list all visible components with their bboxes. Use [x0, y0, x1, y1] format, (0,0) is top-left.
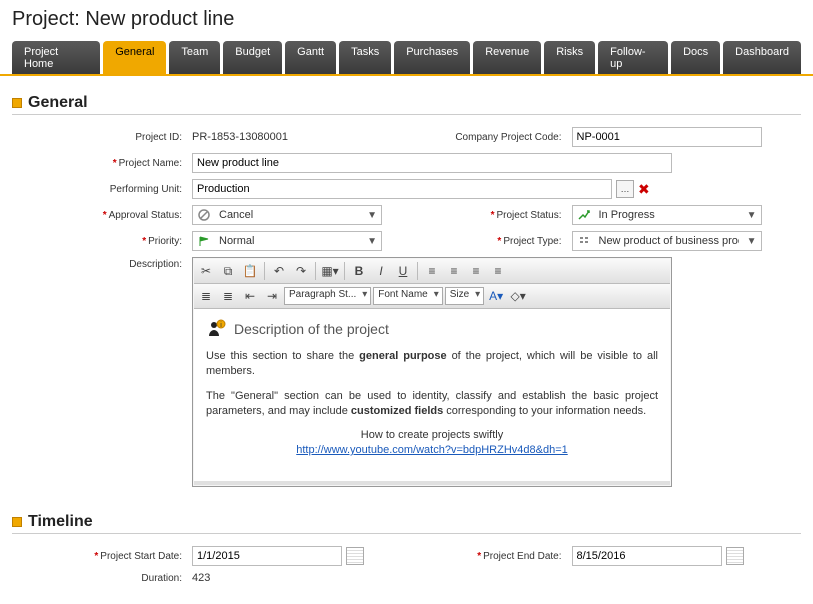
outdent-icon[interactable]: ⇤ — [240, 286, 260, 306]
project-id-label: Project ID: — [32, 132, 182, 143]
description-label: Description: — [32, 257, 182, 270]
tab-docs[interactable]: Docs — [671, 41, 720, 74]
editor-paragraph-1: Use this section to share the general pu… — [206, 349, 658, 379]
editor-toolbar-1: ✂ ⧉ 📋 ↶ ↷ ▦▾ B I U ≡ ≡ ≡ ≡ — [194, 259, 670, 284]
font-size-select[interactable]: Size — [445, 287, 484, 305]
align-right-icon[interactable]: ≡ — [466, 261, 486, 281]
calendar-icon[interactable] — [726, 547, 744, 565]
cut-icon[interactable]: ✂ — [196, 261, 216, 281]
section-general: General Project ID: PR-1853-13080001 Com… — [12, 88, 801, 495]
project-id-value: PR-1853-13080001 — [192, 131, 402, 143]
page-title: Project: New product line — [0, 0, 813, 41]
cancel-status-icon — [197, 208, 211, 222]
clear-icon[interactable]: ✖ — [638, 181, 650, 198]
duration-label: Duration: — [32, 573, 182, 584]
end-date-input[interactable] — [572, 546, 722, 566]
editor-content[interactable]: i Description of the project Use this se… — [194, 309, 670, 481]
approval-status-value: Cancel — [219, 209, 253, 221]
undo-icon[interactable]: ↶ — [269, 261, 289, 281]
start-date-label: *Project Start Date: — [32, 551, 182, 562]
underline-icon[interactable]: U — [393, 261, 413, 281]
tab-gantt[interactable]: Gantt — [285, 41, 336, 74]
company-code-input[interactable] — [572, 127, 762, 147]
tab-general[interactable]: General — [103, 41, 166, 74]
end-date-label: *Project End Date: — [412, 551, 562, 562]
description-editor: ✂ ⧉ 📋 ↶ ↷ ▦▾ B I U ≡ ≡ ≡ ≡ ≣ ≣ — [192, 257, 672, 487]
align-justify-icon[interactable]: ≡ — [488, 261, 508, 281]
section-general-title: General — [28, 94, 88, 112]
redo-icon[interactable]: ↷ — [291, 261, 311, 281]
tabs: Project Home General Team Budget Gantt T… — [0, 41, 813, 76]
priority-value: Normal — [219, 235, 254, 247]
project-status-label: *Project Status: — [412, 210, 562, 221]
editor-paragraph-3: How to create projects swiftly http://ww… — [206, 428, 658, 458]
font-name-select[interactable]: Font Name — [373, 287, 442, 305]
tab-dashboard[interactable]: Dashboard — [723, 41, 801, 74]
start-date-input[interactable] — [192, 546, 342, 566]
dropdown-arrow-icon: ▼ — [367, 210, 377, 221]
tab-risks[interactable]: Risks — [544, 41, 595, 74]
priority-label: *Priority: — [32, 236, 182, 247]
copy-icon[interactable]: ⧉ — [218, 261, 238, 281]
section-general-header: General — [12, 88, 801, 115]
project-type-select[interactable]: New product of business proce ▼ — [572, 231, 762, 251]
duration-value: 423 — [192, 572, 402, 584]
paste-icon[interactable]: 📋 — [240, 261, 260, 281]
project-status-value: In Progress — [599, 209, 655, 221]
editor-paragraph-2: The "General" section can be used to ide… — [206, 389, 658, 419]
tab-purchases[interactable]: Purchases — [394, 41, 470, 74]
dropdown-arrow-icon: ▼ — [367, 236, 377, 247]
tab-team[interactable]: Team — [169, 41, 220, 74]
section-icon — [12, 517, 22, 527]
paragraph-style-select[interactable]: Paragraph St... — [284, 287, 371, 305]
italic-icon[interactable]: I — [371, 261, 391, 281]
project-name-input[interactable] — [192, 153, 672, 173]
bullet-list-icon[interactable]: ≣ — [196, 286, 216, 306]
number-list-icon[interactable]: ≣ — [218, 286, 238, 306]
tab-follow-up[interactable]: Follow-up — [598, 41, 668, 74]
indent-icon[interactable]: ⇥ — [262, 286, 282, 306]
company-code-label: Company Project Code: — [412, 132, 562, 143]
font-color-icon[interactable]: A▾ — [486, 286, 506, 306]
section-timeline-title: Timeline — [28, 513, 93, 531]
align-center-icon[interactable]: ≡ — [444, 261, 464, 281]
priority-normal-icon — [197, 234, 211, 248]
lookup-button[interactable]: … — [616, 180, 634, 198]
project-name-label: *Project Name: — [32, 158, 182, 169]
project-status-select[interactable]: In Progress ▼ — [572, 205, 762, 225]
editor-resize-handle[interactable] — [194, 481, 670, 485]
project-type-value: New product of business proce — [599, 235, 739, 247]
in-progress-icon — [577, 208, 591, 222]
section-timeline-header: Timeline — [12, 507, 801, 534]
approval-status-label: *Approval Status: — [32, 210, 182, 221]
dropdown-arrow-icon: ▼ — [747, 210, 757, 221]
section-icon — [12, 98, 22, 108]
youtube-link[interactable]: http://www.youtube.com/watch?v=bdpHRZHv4… — [296, 444, 567, 456]
tab-budget[interactable]: Budget — [223, 41, 282, 74]
section-timeline: Timeline *Project Start Date: *Project E… — [12, 507, 801, 592]
insert-icon[interactable]: ▦▾ — [320, 261, 340, 281]
align-left-icon[interactable]: ≡ — [422, 261, 442, 281]
performing-unit-label: Performing Unit: — [32, 184, 182, 195]
tab-tasks[interactable]: Tasks — [339, 41, 391, 74]
bold-icon[interactable]: B — [349, 261, 369, 281]
calendar-icon[interactable] — [346, 547, 364, 565]
editor-toolbar-2: ≣ ≣ ⇤ ⇥ Paragraph St... Font Name Size A… — [194, 284, 670, 309]
background-color-icon[interactable]: ◇▾ — [508, 286, 528, 306]
project-type-icon — [577, 234, 591, 248]
tab-revenue[interactable]: Revenue — [473, 41, 541, 74]
performing-unit-input[interactable] — [192, 179, 612, 199]
approval-status-select[interactable]: Cancel ▼ — [192, 205, 382, 225]
priority-select[interactable]: Normal ▼ — [192, 231, 382, 251]
person-info-icon: i — [206, 319, 226, 339]
project-type-label: *Project Type: — [412, 236, 562, 247]
tab-project-home[interactable]: Project Home — [12, 41, 100, 74]
dropdown-arrow-icon: ▼ — [747, 236, 757, 247]
editor-heading: Description of the project — [234, 321, 389, 337]
